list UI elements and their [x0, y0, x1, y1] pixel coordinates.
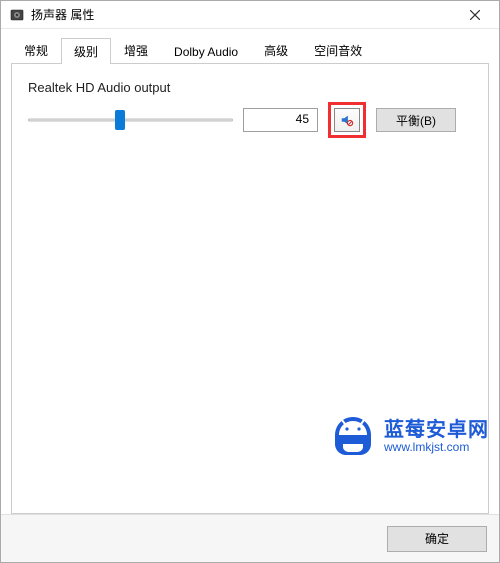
ok-button-label: 确定 [425, 530, 449, 547]
watermark-text: 蓝莓安卓网 www.lmkjst.com [384, 420, 489, 454]
tab-general[interactable]: 常规 [11, 37, 61, 63]
tab-enhance[interactable]: 增强 [111, 37, 161, 63]
volume-value[interactable]: 45 [243, 108, 318, 132]
slider-thumb[interactable] [115, 110, 125, 130]
tab-levels[interactable]: 级别 [61, 38, 111, 64]
watermark-badge-icon [330, 414, 376, 460]
watermark-en: www.lmkjst.com [384, 441, 469, 454]
mute-button[interactable] [334, 108, 360, 132]
close-icon [470, 10, 480, 20]
level-row: 45 平衡(B) [28, 105, 472, 135]
balance-button-label: 平衡(B) [396, 112, 436, 129]
window-title: 扬声器 属性 [31, 6, 453, 23]
slider-track [28, 119, 233, 122]
speaker-muted-icon [340, 113, 354, 127]
volume-slider[interactable] [28, 108, 233, 132]
tab-strip: 常规 级别 增强 Dolby Audio 高级 空间音效 [11, 37, 489, 63]
watermark-cn: 蓝莓安卓网 [384, 420, 489, 441]
output-device-label: Realtek HD Audio output [28, 80, 472, 95]
tab-spatial[interactable]: 空间音效 [301, 37, 375, 63]
client-area: 常规 级别 增强 Dolby Audio 高级 空间音效 Realtek HD … [1, 29, 499, 514]
app-icon [9, 7, 25, 23]
close-button[interactable] [453, 1, 497, 29]
tab-advanced[interactable]: 高级 [251, 37, 301, 63]
titlebar: 扬声器 属性 [1, 1, 499, 29]
tab-dolby[interactable]: Dolby Audio [161, 40, 251, 63]
ok-button[interactable]: 确定 [387, 526, 487, 552]
balance-button[interactable]: 平衡(B) [376, 108, 456, 132]
watermark: 蓝莓安卓网 www.lmkjst.com [330, 414, 489, 460]
highlight-box [328, 102, 366, 138]
dialog-window: 扬声器 属性 常规 级别 增强 Dolby Audio 高级 空间音效 Real… [0, 0, 500, 563]
dialog-footer: 确定 [1, 514, 499, 562]
